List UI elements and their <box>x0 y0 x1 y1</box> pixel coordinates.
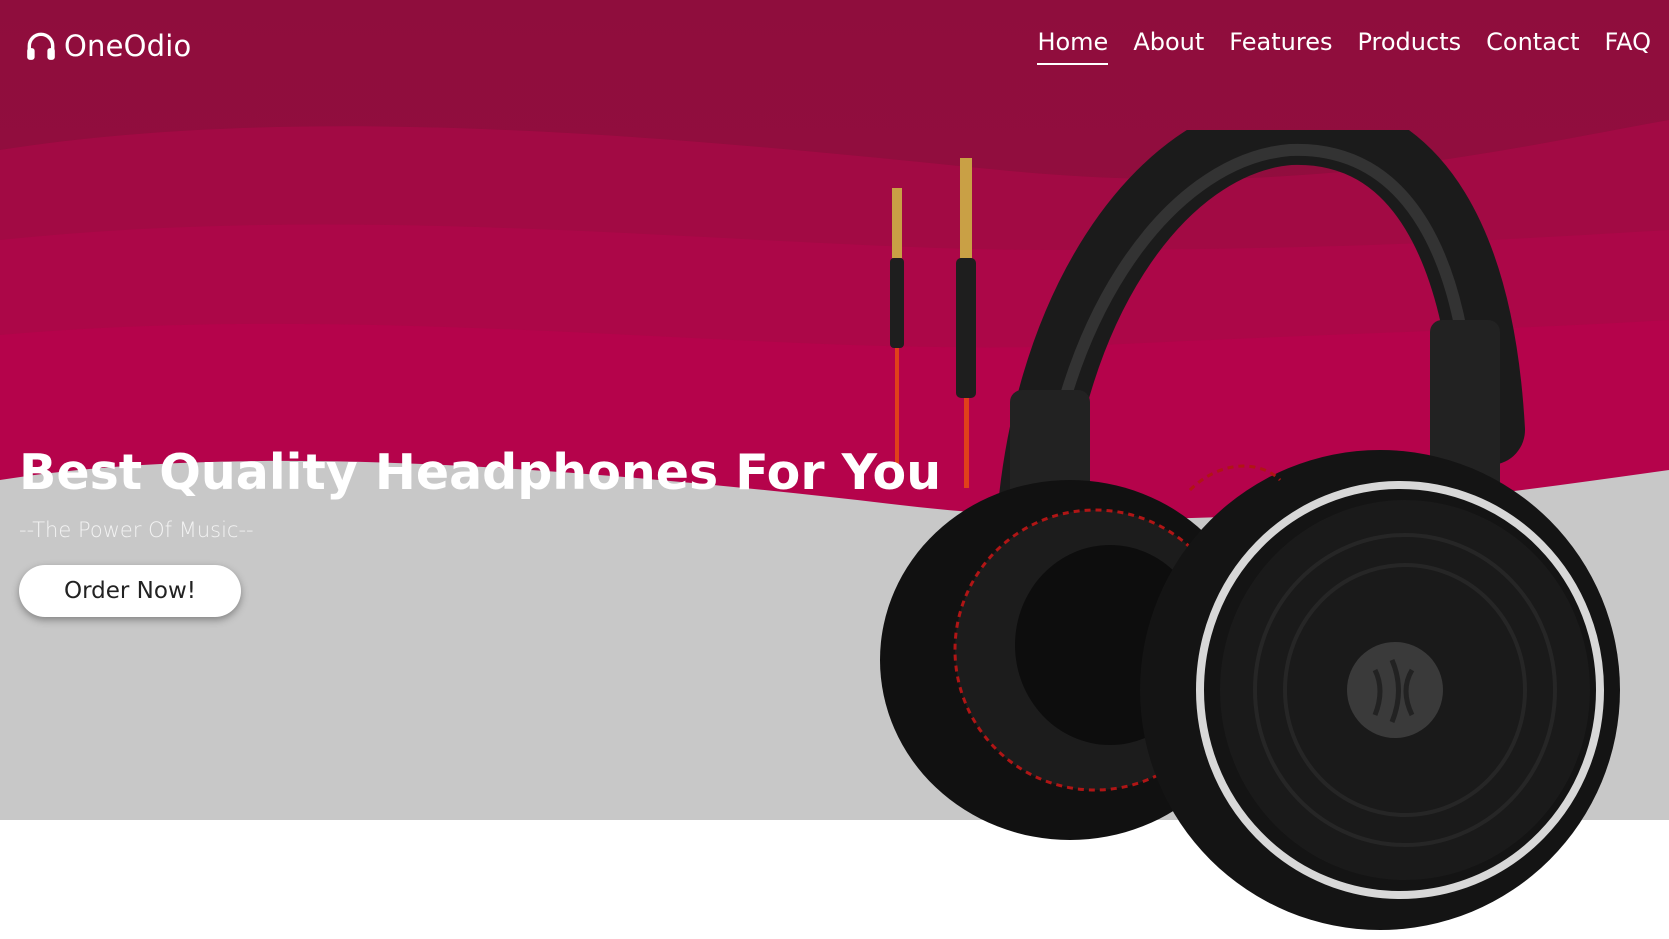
nav-item-about[interactable]: About <box>1133 27 1204 65</box>
nav-item-faq[interactable]: FAQ <box>1605 27 1652 65</box>
nav-item-home[interactable]: Home <box>1037 27 1109 65</box>
brand-name: OneOdio <box>64 29 192 63</box>
hero-headline: Best Quality Headphones For You <box>19 444 942 501</box>
hero-tagline: --The Power Of Music-- <box>19 518 254 542</box>
nav-item-products[interactable]: Products <box>1357 27 1461 65</box>
order-now-button[interactable]: Order Now! <box>19 565 241 617</box>
brand-logo[interactable]: OneOdio <box>24 29 191 63</box>
nav-item-contact[interactable]: Contact <box>1486 27 1579 65</box>
nav-menu: Home About Features Products Contact FAQ <box>1037 27 1651 65</box>
headphones-product-image <box>880 130 1620 930</box>
headphones-icon <box>27 32 55 60</box>
top-navigation: OneOdio Home About Features Products Con… <box>0 0 1669 92</box>
nav-item-features[interactable]: Features <box>1229 27 1332 65</box>
